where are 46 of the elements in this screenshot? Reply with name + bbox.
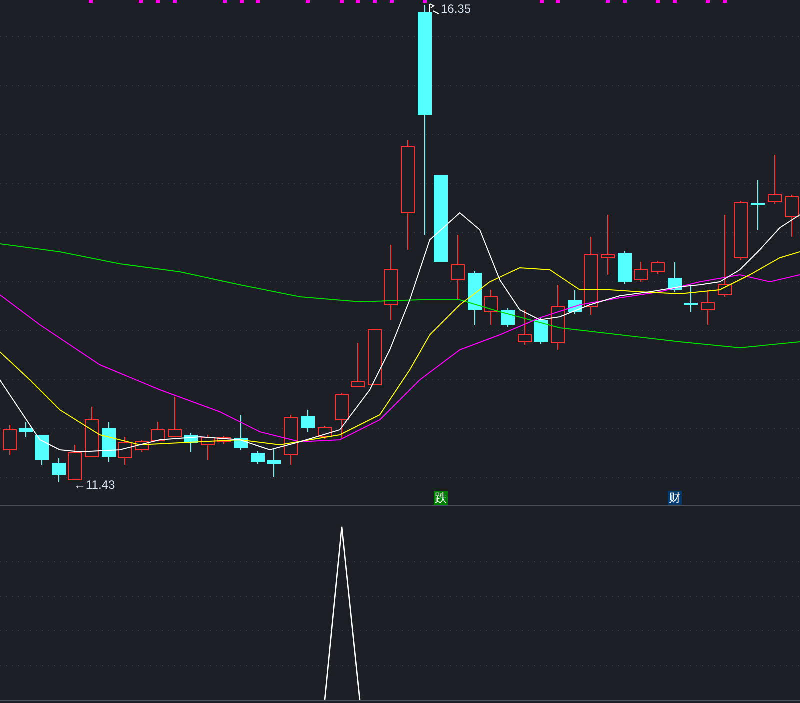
candlestick [234, 414, 248, 450]
candlestick [468, 270, 482, 326]
candlestick [35, 434, 49, 466]
candlestick [251, 450, 265, 464]
candlestick [701, 290, 715, 326]
candlestick [785, 194, 799, 238]
candlestick [301, 410, 315, 432]
candlestick [201, 434, 215, 460]
low-price-label: ←11.43 [74, 478, 116, 492]
candlestick [151, 422, 165, 442]
candlestick [184, 432, 198, 452]
candlestick [335, 392, 349, 438]
candlestick [102, 422, 116, 462]
candlestick [518, 310, 532, 346]
candlestick [551, 284, 565, 350]
candlestick [168, 396, 182, 438]
arrow-icon [430, 4, 440, 14]
candlestick [684, 284, 698, 312]
candlestick [601, 214, 615, 276]
high-price-label: 16.35 [441, 2, 472, 16]
signal-label: 跌 [434, 491, 448, 505]
candlestick [284, 414, 298, 466]
candlestick [451, 234, 465, 300]
candlestick [19, 422, 33, 438]
candlestick [534, 318, 548, 344]
candlestick [668, 262, 682, 292]
signal-label: 财 [668, 491, 682, 505]
candlestick [3, 424, 17, 456]
candlestick [751, 180, 765, 230]
candlestick [634, 262, 648, 282]
candlestick [368, 330, 382, 386]
candlestick [217, 436, 231, 444]
candlestick [734, 200, 748, 260]
candlestick [618, 250, 632, 284]
candlestick [501, 308, 515, 328]
candlestick [135, 440, 149, 452]
candlestick [68, 444, 82, 480]
candlestick [568, 290, 582, 314]
candlestick [118, 436, 132, 466]
candlestick [52, 458, 66, 482]
candlestick [351, 342, 365, 388]
candlestick [651, 260, 665, 274]
candlestick [267, 448, 281, 478]
candlestick [484, 290, 498, 326]
candlestick [85, 406, 99, 458]
candlestick [768, 154, 782, 204]
